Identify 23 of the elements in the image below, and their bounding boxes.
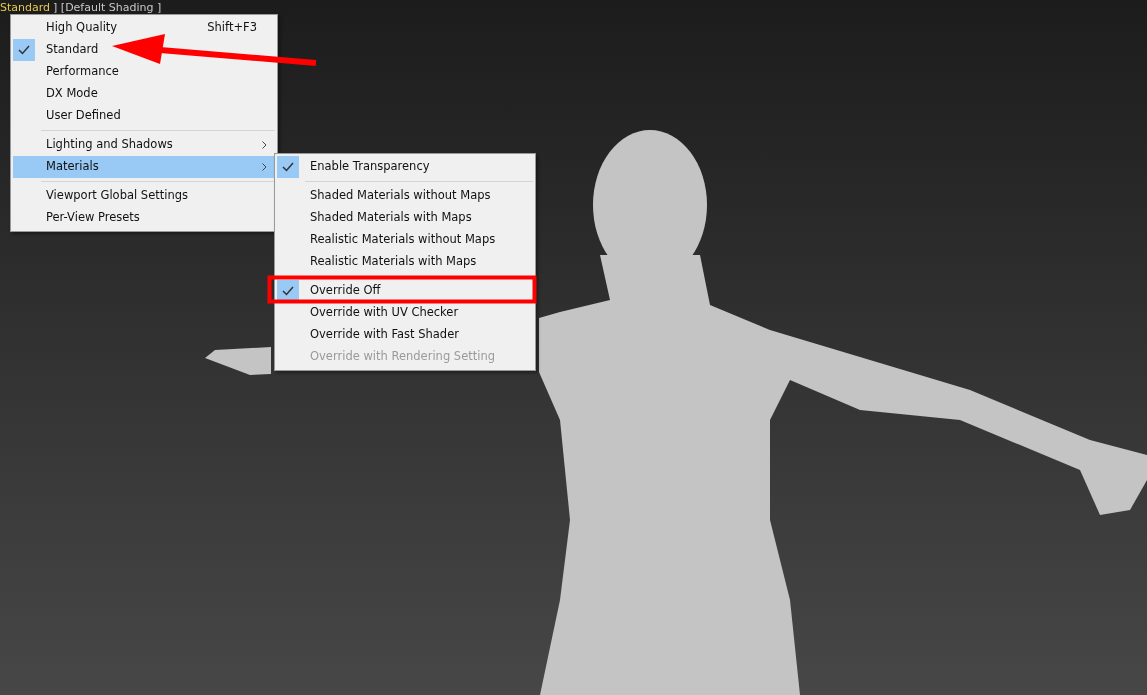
chevron-right-icon bbox=[262, 163, 267, 171]
menu-item[interactable]: Performance bbox=[13, 61, 275, 83]
menu-item[interactable]: Enable Transparency bbox=[277, 156, 533, 178]
menu-item[interactable]: Shaded Materials without Maps bbox=[277, 185, 533, 207]
shading-mode-label[interactable]: Standard bbox=[0, 1, 51, 14]
shading-label[interactable]: ] [Default Shading ] bbox=[53, 1, 162, 14]
shortcut-text: Shift+F3 bbox=[207, 19, 257, 37]
menu-item[interactable]: Viewport Global Settings bbox=[13, 185, 275, 207]
menu-item[interactable]: Materials bbox=[13, 156, 275, 178]
menu-item[interactable]: Per-View Presets bbox=[13, 207, 275, 229]
chevron-right-icon bbox=[262, 141, 267, 149]
menu-item[interactable]: Realistic Materials with Maps bbox=[277, 251, 533, 273]
menu-item[interactable]: Override with UV Checker bbox=[277, 302, 533, 324]
menu-item[interactable]: Override with Fast Shader bbox=[277, 324, 533, 346]
menu-item[interactable]: Standard bbox=[13, 39, 275, 61]
menu-item[interactable]: Realistic Materials without Maps bbox=[277, 229, 533, 251]
menu-item[interactable]: High Quality Shift+F3 bbox=[13, 17, 275, 39]
menu-item[interactable]: Override Off bbox=[277, 280, 533, 302]
hand-shape bbox=[205, 347, 271, 375]
menu-item[interactable]: Shaded Materials with Maps bbox=[277, 207, 533, 229]
menu-item[interactable]: DX Mode bbox=[13, 83, 275, 105]
menu-item[interactable]: User Defined bbox=[13, 105, 275, 127]
menu-item[interactable]: Lighting and Shadows bbox=[13, 134, 275, 156]
